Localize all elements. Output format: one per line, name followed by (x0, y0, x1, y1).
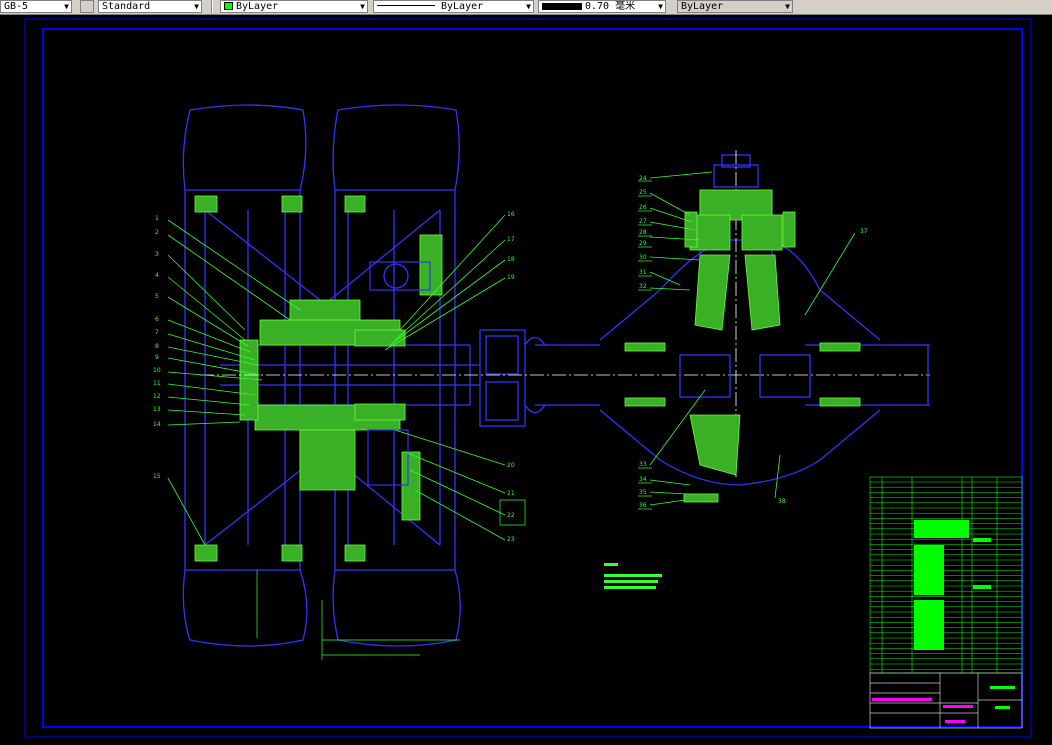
dim-style-combo[interactable]: Standard ▼ (98, 0, 202, 13)
chevron-down-icon[interactable]: ▼ (194, 1, 199, 12)
balloon-2: 2 (155, 229, 159, 236)
balloon-23: 23 (507, 536, 515, 543)
chevron-down-icon[interactable]: ▼ (526, 1, 531, 12)
balloon-underlines (499, 180, 652, 526)
balloon-8: 8 (155, 343, 159, 350)
parts-list-table (869, 476, 1023, 674)
text-style-value: GB-5 (4, 1, 29, 12)
chevron-down-icon[interactable]: ▼ (785, 1, 790, 12)
balloon-27: 27 (639, 218, 647, 225)
balloon-10: 10 (153, 367, 161, 374)
balloon-31: 31 (639, 269, 647, 276)
balloon-32: 32 (639, 283, 647, 290)
color-swatch-icon (224, 2, 233, 10)
technical-notes (604, 563, 662, 589)
color-combo[interactable]: ByLayer ▼ (220, 0, 368, 13)
balloon-14: 14 (153, 421, 161, 428)
chevron-down-icon[interactable]: ▼ (64, 1, 69, 12)
balloon-9: 9 (155, 354, 159, 361)
parts-list-rows (870, 481, 1022, 670)
chevron-down-icon[interactable]: ▼ (658, 1, 663, 12)
balloon-35: 35 (639, 489, 647, 496)
balloon-18: 18 (507, 256, 515, 263)
lineweight-value: 0.70 毫米 (585, 1, 636, 12)
text-style-combo[interactable]: GB-5 ▼ (0, 0, 72, 13)
balloon-11: 11 (153, 380, 161, 387)
linetype-combo[interactable]: ByLayer ▼ (373, 0, 534, 13)
color-value: ByLayer (236, 1, 279, 12)
balloon-28: 28 (639, 229, 647, 236)
balloon-20: 20 (507, 462, 515, 469)
balloon-13: 13 (153, 406, 161, 413)
wheel-assembly (182, 104, 480, 647)
balloon-38: 38 (778, 498, 786, 505)
balloon-25: 25 (639, 189, 647, 196)
plot-style-value: ByLayer (681, 1, 724, 12)
linetype-preview-icon (377, 5, 435, 6)
parts-list-text (914, 520, 991, 650)
balloon-33: 33 (639, 461, 647, 468)
balloon-3: 3 (155, 251, 159, 258)
balloon-37: 37 (860, 228, 868, 235)
lineweight-preview-icon (542, 3, 582, 10)
title-block-text (872, 686, 1015, 723)
chevron-down-icon[interactable]: ▼ (360, 1, 365, 12)
cad-drawing: 1 2 3 4 5 6 7 8 9 10 11 12 13 14 15 16 1… (24, 18, 1032, 738)
wheel-hub-section (194, 195, 443, 562)
balloon-19: 19 (507, 274, 515, 281)
balloon-21: 21 (507, 490, 515, 497)
properties-toolbar: GB-5 ▼ Standard ▼ ByLayer ▼ ByLayer ▼ 0.… (0, 0, 1052, 15)
balloon-4: 4 (155, 272, 159, 279)
linetype-value: ByLayer (441, 1, 484, 12)
balloon-16: 16 (507, 211, 515, 218)
balloon-34: 34 (639, 476, 647, 483)
balloon-6: 6 (155, 316, 159, 323)
toolbar-separator (211, 0, 213, 13)
dim-style-value: Standard (102, 1, 151, 12)
dim-style-icon[interactable] (80, 0, 94, 13)
plot-style-combo[interactable]: ByLayer ▼ (677, 0, 793, 13)
balloon-17: 17 (507, 236, 515, 243)
balloon-36: 36 (639, 502, 647, 509)
dimension-lines (256, 570, 460, 660)
balloon-29: 29 (639, 240, 647, 247)
drawing-canvas[interactable]: 1 2 3 4 5 6 7 8 9 10 11 12 13 14 15 16 1… (0, 15, 1052, 741)
balloon-7: 7 (155, 329, 159, 336)
outer-border (24, 18, 1032, 738)
balloon-22: 22 (507, 512, 515, 519)
balloon-5: 5 (155, 293, 159, 300)
lineweight-combo[interactable]: 0.70 毫米 ▼ (538, 0, 666, 13)
bolt-circle (383, 263, 409, 289)
balloon-15: 15 (153, 473, 161, 480)
balloon-12: 12 (153, 393, 161, 400)
balloon-1: 1 (155, 215, 159, 222)
balloon-26: 26 (639, 204, 647, 211)
balloon-30: 30 (639, 254, 647, 261)
